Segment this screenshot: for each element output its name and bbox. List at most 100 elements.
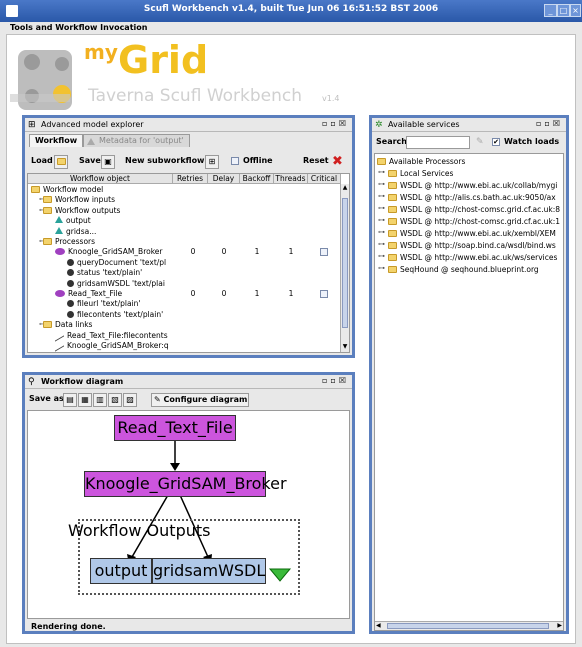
cell-retries[interactable]: 0: [178, 247, 208, 256]
tree-row[interactable]: Workflow model: [28, 185, 349, 195]
workflow-diagram-panel: ⚲ Workflow diagram ▫▫☒ Save as ▤ ▦ ▥ ▧ ▨…: [22, 372, 355, 634]
services-icon: ✲: [375, 120, 383, 130]
tree-row[interactable]: status 'text/plain': [28, 268, 349, 278]
export-png-icon[interactable]: ▤: [63, 393, 77, 407]
expand-icon[interactable]: ⊶: [378, 168, 385, 176]
configure-diagram-button[interactable]: ✎ Configure diagram: [151, 393, 249, 407]
col-backoff[interactable]: Backoff: [240, 174, 274, 184]
service-item[interactable]: ⊶ WSDL @ http://www.ebi.ac.uk/collab/mygi: [375, 180, 563, 192]
export-dot-icon[interactable]: ▦: [78, 393, 92, 407]
scroll-right-icon[interactable]: ▶: [557, 622, 562, 629]
service-item[interactable]: ⊶ Local Services: [375, 168, 563, 180]
expand-icon[interactable]: ⊶: [378, 180, 385, 188]
services-hscroll-thumb[interactable]: [387, 623, 549, 629]
watch-loads-checkbox[interactable]: ✔: [492, 138, 500, 146]
save-icon[interactable]: ▣: [101, 155, 115, 169]
diagram-panel-controls-icon[interactable]: ▫▫☒: [322, 376, 349, 385]
tree-row[interactable]: ⊶Workflow inputs: [28, 195, 349, 205]
tab-metadata[interactable]: Metadata for 'output': [83, 134, 190, 147]
panel-controls-icon[interactable]: ▫▫☒: [322, 119, 349, 128]
expand-icon[interactable]: ⊶: [378, 204, 385, 212]
reset-button[interactable]: Reset: [303, 156, 329, 165]
service-item[interactable]: ⊶ WSDL @ http://chost-comsc.grid.cf.ac.uk…: [375, 216, 563, 228]
services-panel-controls-icon[interactable]: ▫▫☒: [536, 119, 563, 128]
cluster-label: Workflow Outputs: [68, 521, 211, 540]
tree-row[interactable]: ⊶Processors: [28, 237, 349, 247]
port-icon: [67, 300, 74, 308]
service-item[interactable]: ⊶ WSDL @ http://soap.bind.ca/wsdl/bind.ws: [375, 240, 563, 252]
menu-tools[interactable]: Tools and Workflow Invocation: [10, 23, 147, 32]
expand-icon[interactable]: ⊶: [378, 216, 385, 224]
expand-icon[interactable]: ⊶: [378, 264, 385, 272]
expand-icon[interactable]: ⊶: [378, 228, 385, 236]
scroll-down-icon[interactable]: ▼: [341, 343, 349, 352]
close-icon[interactable]: ×: [570, 4, 581, 17]
service-item[interactable]: ⊶ WSDL @ http://www.ebi.ac.uk/xembl/XEM: [375, 228, 563, 240]
cell-retries[interactable]: 0: [178, 289, 208, 298]
offline-checkbox[interactable]: [231, 157, 239, 165]
cell-delay[interactable]: 0: [209, 289, 239, 298]
node-knoogle-gridsam-broker[interactable]: Knoogle_GridSAM_Broker: [84, 471, 287, 497]
node-read-text-file[interactable]: Read_Text_File: [114, 415, 236, 441]
tree-row[interactable]: fileurl 'text/plain': [28, 299, 349, 309]
expand-icon[interactable]: ⊶: [378, 192, 385, 200]
diagram-status: Rendering done.: [31, 622, 106, 631]
cell-threads[interactable]: 1: [276, 247, 306, 256]
critical-checkbox[interactable]: [320, 248, 328, 257]
tree-row[interactable]: Read_Text_File 0 0 1 1: [28, 289, 349, 299]
export-ps-icon[interactable]: ▧: [108, 393, 122, 407]
subworkflow-icon[interactable]: ⊞: [205, 155, 219, 169]
load-button[interactable]: Load: [31, 156, 53, 165]
node-output[interactable]: output: [90, 558, 152, 584]
tree-row[interactable]: Read_Text_File:filecontents: [28, 328, 349, 342]
service-item[interactable]: ⊶ SeqHound @ seqhound.blueprint.org: [375, 264, 563, 276]
open-folder-icon[interactable]: [54, 155, 68, 169]
scroll-thumb[interactable]: [342, 198, 348, 328]
col-workflow-object[interactable]: Workflow object: [28, 174, 173, 184]
export-pdf-icon[interactable]: ▨: [123, 393, 137, 407]
folder-icon: [388, 182, 397, 189]
tab-workflow[interactable]: Workflow: [29, 134, 84, 147]
services-hscrollbar[interactable]: ◀ ▶: [375, 621, 563, 630]
service-item[interactable]: ⊶ WSDL @ http://alis.cs.bath.ac.uk:9050/a…: [375, 192, 563, 204]
save-button[interactable]: Save: [79, 156, 101, 165]
service-item[interactable]: Available Processors: [375, 156, 563, 168]
tree-row[interactable]: ⊶Workflow outputs: [28, 206, 349, 216]
col-critical[interactable]: Critical: [308, 174, 341, 184]
tree-row[interactable]: Knoogle_GridSAM_Broker 0 0 1 1: [28, 247, 349, 257]
tree-row[interactable]: gridsa...: [28, 226, 349, 237]
tree-row-text: Workflow model: [43, 185, 104, 194]
tree-scrollbar[interactable]: ▲ ▼: [340, 184, 349, 352]
scroll-left-icon[interactable]: ◀: [376, 622, 381, 629]
new-subworkflow-button[interactable]: New subworkflow: [125, 156, 204, 165]
search-input[interactable]: [406, 136, 470, 149]
minimize-icon[interactable]: _: [544, 4, 557, 17]
service-item-label: WSDL @ http://soap.bind.ca/wsdl/bind.ws: [388, 241, 556, 250]
col-threads[interactable]: Threads: [274, 174, 308, 184]
tree-row[interactable]: output: [28, 216, 349, 226]
critical-checkbox[interactable]: [320, 290, 328, 298]
tree-row[interactable]: Knoogle_GridSAM_Broker:q: [28, 339, 349, 352]
export-svg-icon[interactable]: ▥: [93, 393, 107, 407]
node-gridsamwsdl[interactable]: gridsamWSDL: [152, 558, 266, 584]
col-delay[interactable]: Delay: [208, 174, 240, 184]
reset-icon[interactable]: ✖: [332, 154, 343, 169]
tree-row[interactable]: ⊶Data links: [28, 320, 349, 330]
search-go-icon[interactable]: ✎: [476, 137, 484, 147]
tree-row[interactable]: queryDocument 'text/pl: [28, 258, 349, 268]
col-retries[interactable]: Retries: [173, 174, 208, 184]
folder-icon: [43, 196, 52, 204]
service-item[interactable]: ⊶ WSDL @ http://chost-comsc.grid.cf.ac.uk…: [375, 204, 563, 216]
cell-backoff[interactable]: 1: [242, 289, 272, 298]
expand-icon[interactable]: ⊶: [378, 240, 385, 248]
maximize-icon[interactable]: □: [557, 4, 570, 17]
service-item-text: Local Services: [400, 169, 454, 178]
cell-backoff[interactable]: 1: [242, 247, 272, 256]
scroll-up-icon[interactable]: ▲: [341, 184, 349, 193]
tree-row[interactable]: gridsamWSDL 'text/plai: [28, 279, 349, 289]
cell-threads[interactable]: 1: [276, 289, 306, 298]
expand-icon[interactable]: ⊶: [378, 252, 385, 260]
service-item[interactable]: ⊶ WSDL @ http://www.ebi.ac.uk/ws/services: [375, 252, 563, 264]
cell-delay[interactable]: 0: [209, 247, 239, 256]
tree-row[interactable]: filecontents 'text/plain': [28, 310, 349, 320]
